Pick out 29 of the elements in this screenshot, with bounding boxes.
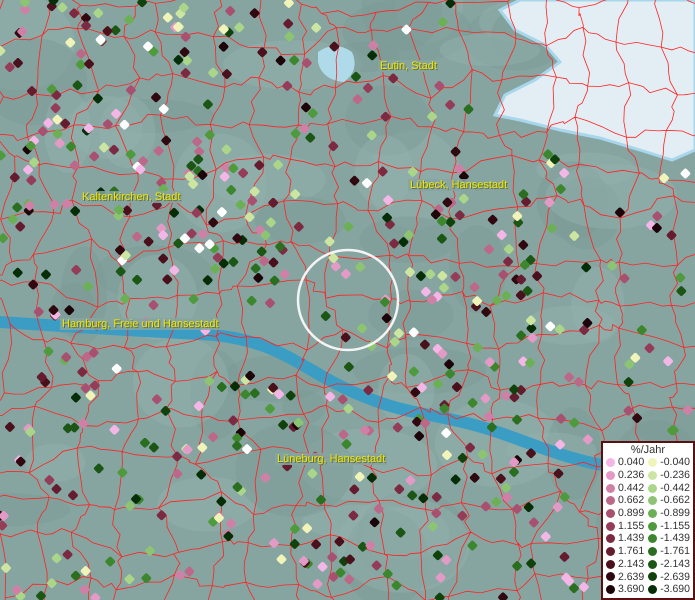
place-label: Eutin, Stadt — [378, 60, 439, 72]
legend-value: 1.439 — [618, 532, 644, 546]
legend-value: -1.761 — [660, 545, 690, 558]
legend-value: -1.439 — [660, 532, 690, 546]
legend-value: -3.690 — [660, 583, 690, 596]
legend-value: 2.639 — [618, 570, 644, 584]
legend-value: -0.040 — [660, 456, 690, 469]
legend-value: -0.236 — [660, 468, 690, 482]
place-label: Lüneburg, Hansestadt — [275, 453, 388, 465]
legend-value: 0.899 — [618, 507, 644, 520]
legend-title: %/Jahr — [630, 444, 666, 456]
legend-value: -0.442 — [660, 482, 690, 494]
lake-drawing — [318, 46, 355, 82]
legend-value: -0.899 — [660, 507, 690, 520]
place-label: Lübeck, Hansestadt — [408, 179, 510, 191]
legend-value: 0.442 — [618, 482, 644, 494]
legend-value: -0.662 — [660, 494, 690, 508]
legend-value: 1.155 — [618, 520, 644, 532]
legend-value: 3.690 — [618, 583, 644, 596]
legend-value: 0.040 — [618, 456, 644, 469]
legend-value: -2.639 — [660, 570, 690, 584]
legend-value: 0.236 — [618, 468, 644, 482]
place-label: Hamburg, Freie und Hansestadt — [60, 318, 221, 330]
legend-value: 2.143 — [618, 558, 644, 571]
legend-value: 1.761 — [618, 545, 644, 558]
place-label: Kaltenkirchen, Stadt — [80, 191, 182, 203]
legend-value: 0.662 — [618, 494, 644, 508]
legend-value: -1.155 — [660, 520, 690, 532]
legend-value: -2.143 — [660, 558, 690, 571]
